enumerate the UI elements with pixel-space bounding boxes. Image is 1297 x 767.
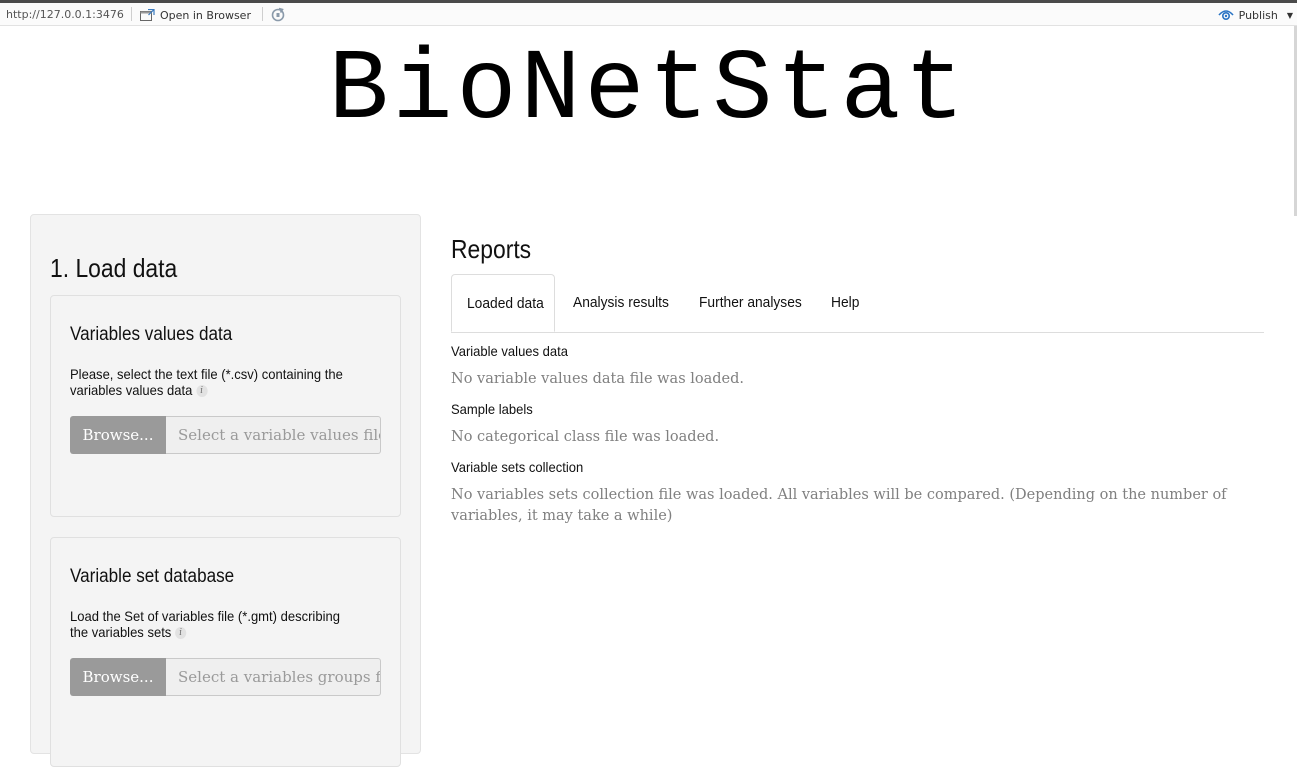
tab-help[interactable]: Help [831, 274, 862, 332]
viewer-url: http://127.0.0.1:3476 [6, 8, 124, 21]
tab-loaded-data[interactable]: Loaded data [451, 274, 555, 332]
publish-label: Publish [1238, 8, 1278, 22]
tab-bar: Loaded data Analysis results Further ana… [451, 274, 1264, 333]
open-in-browser-button[interactable]: Open in Browser [140, 7, 251, 23]
tab-label: Analysis results [573, 294, 669, 311]
panel-description: Please, select the text file (*.csv) con… [70, 366, 358, 398]
tab-analysis-results[interactable]: Analysis results [573, 274, 677, 332]
publish-icon [1218, 10, 1234, 21]
section-label-variable-values: Variable values data [451, 343, 569, 359]
section-value-variable-sets: No variables sets collection file was lo… [451, 487, 1227, 524]
section-value-variable-values: No variable values data file was loaded. [451, 371, 745, 387]
open-in-browser-label: Open in Browser [160, 8, 251, 22]
app-title: BioNetStat [328, 35, 969, 148]
section-label-sample-labels: Sample labels [451, 401, 533, 417]
sidebar-panel: 1. Load data Variables values data Pleas… [30, 214, 421, 767]
variable-set-database-panel: Variable set database Load the Set of va… [50, 537, 401, 767]
browse-button[interactable]: Browse... [70, 416, 166, 454]
variables-file-input[interactable]: Browse... Select a variable values file [70, 416, 381, 454]
panel-title: Variables values data [70, 324, 233, 345]
refresh-icon[interactable] [270, 7, 286, 23]
info-icon[interactable]: i [175, 627, 187, 640]
tab-label: Further analyses [699, 294, 802, 311]
panel-description: Load the Set of variables file (*.gmt) d… [70, 608, 358, 640]
browse-button[interactable]: Browse... [70, 658, 166, 696]
section-value-sample-labels: No categorical class file was loaded. [451, 429, 720, 445]
tab-label: Loaded data [467, 295, 544, 312]
variable-sets-file-input[interactable]: Browse... Select a variables groups file [70, 658, 381, 696]
file-name-field[interactable]: Select a variable values file [166, 416, 381, 454]
chevron-down-icon[interactable]: ▼ [1287, 11, 1293, 20]
info-icon[interactable]: i [196, 385, 208, 398]
viewer-toolbar: http://127.0.0.1:3476 Open in Browser Pu… [0, 0, 1297, 26]
panel-title: Variable set database [70, 566, 235, 587]
page-title: Reports [451, 234, 532, 264]
tab-further-analyses[interactable]: Further analyses [699, 274, 811, 332]
tab-label: Help [831, 294, 860, 311]
toolbar-divider [262, 7, 263, 21]
file-name-field[interactable]: Select a variables groups file [166, 658, 381, 696]
open-in-browser-icon [140, 8, 155, 21]
panel-description-text: Load the Set of variables file (*.gmt) d… [70, 608, 340, 640]
toolbar-divider [131, 7, 132, 21]
section-label-variable-sets: Variable sets collection [451, 459, 584, 475]
sidebar-section-title: 1. Load data [50, 253, 178, 283]
variables-values-panel: Variables values data Please, select the… [50, 295, 401, 517]
publish-button[interactable]: Publish ▼ [1218, 7, 1293, 23]
